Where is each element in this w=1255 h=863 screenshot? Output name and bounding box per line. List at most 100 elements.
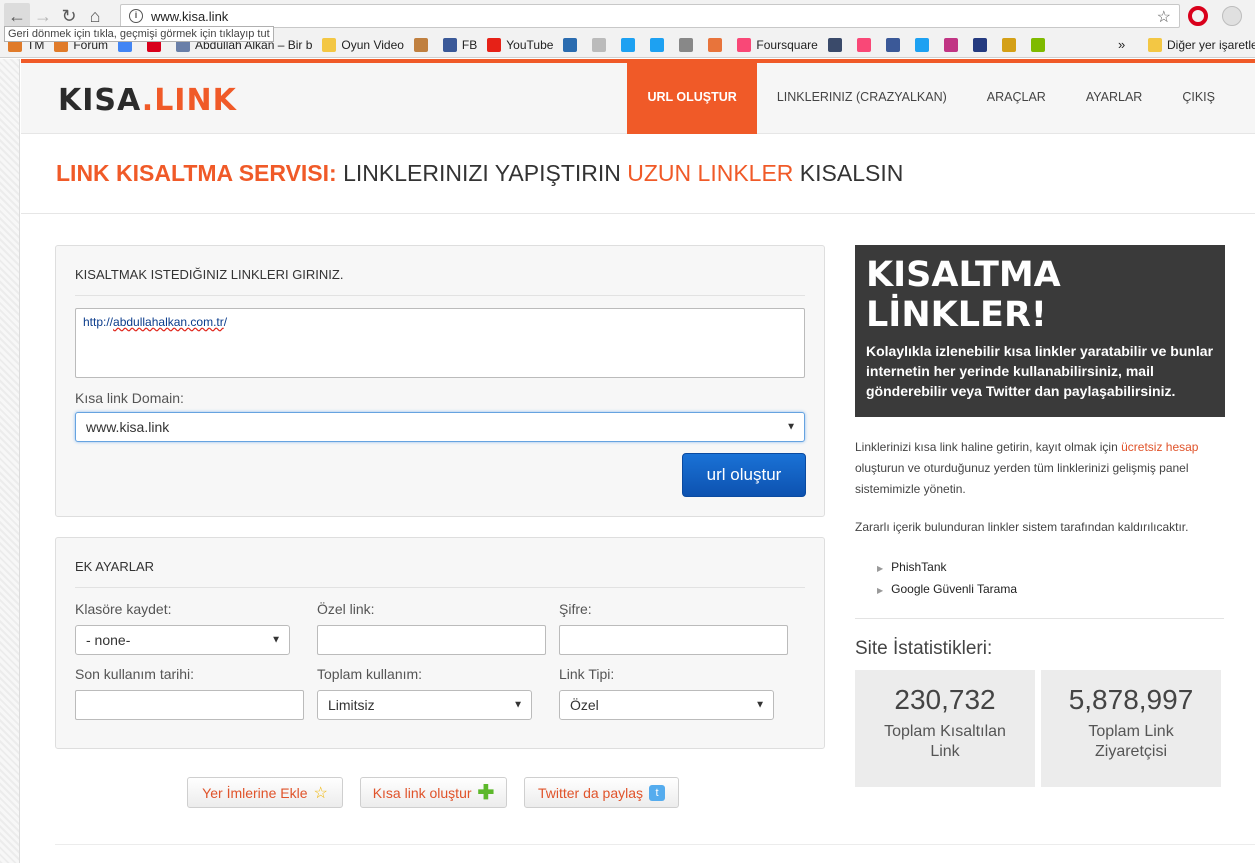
folder-select-value: - none-	[86, 632, 131, 648]
info-icon[interactable]: i	[129, 9, 143, 23]
usage-select[interactable]: Limitsiz ▼	[317, 690, 532, 720]
main-menu: URL OLUŞTUR LINKLERINIZ (CRAZYALKAN) ARAÇL…	[627, 59, 1235, 134]
bookmark-label: Oyun Video	[341, 37, 404, 52]
bookmark-item[interactable]	[650, 37, 669, 52]
bookmark-item[interactable]	[679, 37, 698, 52]
create-short-link-button[interactable]: Kısa link oluştur ✚	[360, 777, 507, 808]
bookmark-item[interactable]: Oyun Video	[322, 37, 404, 52]
left-gutter	[0, 59, 20, 863]
bookmark-item[interactable]	[1001, 37, 1021, 52]
info-paragraph-2: Zararlı içerik bulunduran linkler sistem…	[855, 520, 1189, 534]
bookmark-item[interactable]: FB	[442, 37, 478, 52]
opera-icon[interactable]	[1188, 6, 1208, 26]
custom-link-label: Özel link:	[317, 601, 375, 617]
banner-part-3: UZUN LINKLER	[627, 160, 794, 186]
bookmark-item[interactable]	[943, 37, 963, 52]
address-bar[interactable]: i www.kisa.link ☆	[120, 4, 1180, 28]
chevron-down-icon: ▼	[755, 699, 765, 711]
url-suffix: /	[223, 315, 228, 329]
nav-item-2[interactable]: ARAÇLAR	[967, 59, 1066, 134]
banner-part-4: KISALSIN	[793, 160, 904, 186]
long-url-textarea[interactable]: http://abdullahalkan.com.tr/	[75, 308, 805, 378]
back-tooltip: Geri dönmek için tıkla, geçmişi görmek i…	[4, 26, 274, 42]
star-icon[interactable]: ☆	[1157, 7, 1171, 27]
nav-item-3[interactable]: AYARLAR	[1066, 59, 1163, 134]
bookmark-item[interactable]	[827, 37, 847, 52]
twitter-share-label: Twitter da paylaş	[537, 784, 644, 801]
bookmark-favicon-icon	[1030, 37, 1045, 52]
stat-shortened-links: 230,732 Toplam Kısaltılan Link	[855, 670, 1035, 787]
stat-caption: Toplam Kısaltılan Link	[884, 723, 1006, 760]
free-account-link[interactable]: ücretsiz hesap	[1121, 440, 1198, 454]
chevron-down-icon: ▼	[271, 634, 281, 646]
logo-text-kisa: KISA	[58, 83, 142, 118]
site-header: KISA.LINK URL OLUŞTUR LINKLERINIZ (CRAZYA…	[21, 59, 1255, 134]
list-item: ▶ Google Güvenli Tarama	[877, 579, 1017, 601]
bookmark-favicon-icon	[679, 37, 694, 52]
bookmark-favicon-icon	[827, 37, 842, 52]
logo-text-link: .LINK	[141, 83, 237, 118]
sidebar-divider	[855, 618, 1224, 619]
create-short-link-label: Kısa link oluştur	[372, 784, 472, 801]
list-item: ▶ PhishTank	[877, 557, 1017, 579]
promo-box: KISALTMA LİNKLER! Kolaylıkla izlenebilir…	[855, 245, 1225, 417]
domain-select[interactable]: www.kisa.link ▼	[75, 412, 805, 442]
bookmark-label: Foursquare	[756, 37, 818, 52]
nav-item-0[interactable]: URL OLUŞTUR	[627, 59, 757, 134]
expiry-date-input[interactable]	[75, 690, 304, 720]
info-paragraph-1: Linklerinizi kısa link haline getirin, k…	[855, 437, 1225, 500]
bookmark-item[interactable]	[1030, 37, 1050, 52]
bookmark-item[interactable]	[914, 37, 934, 52]
add-bookmark-button[interactable]: Yer İmlerine Ekle ☆	[187, 777, 343, 808]
bookmark-favicon-icon	[1001, 37, 1016, 52]
footer-divider	[55, 844, 1255, 845]
bookmark-favicon-icon	[413, 37, 428, 52]
bookmark-item[interactable]	[621, 37, 640, 52]
bookmark-item[interactable]	[885, 37, 905, 52]
bookmarks-overflow-icon[interactable]: »	[1118, 37, 1125, 52]
custom-link-input[interactable]	[317, 625, 546, 655]
info-text-1a: Linklerinizi kısa link haline getirin, k…	[855, 440, 1122, 454]
other-bookmarks-label: Diğer yer işaretle	[1167, 37, 1255, 52]
twitter-share-button[interactable]: Twitter da paylaş t	[524, 777, 679, 808]
link-type-select[interactable]: Özel ▼	[559, 690, 774, 720]
plus-icon: ✚	[477, 782, 495, 804]
nav-item-1[interactable]: LINKLERINIZ (CRAZYALKAN)	[757, 59, 967, 134]
usage-label: Toplam kullanım:	[317, 666, 423, 682]
bookmark-item[interactable]	[592, 37, 611, 52]
extra-settings-title: EK AYARLAR	[75, 538, 805, 588]
bookmark-item[interactable]	[563, 37, 582, 52]
extra-settings-panel: EK AYARLAR Klasöre kaydet: - none- ▼ Öze…	[55, 537, 825, 749]
bookmark-favicon-icon	[322, 37, 337, 52]
bookmark-item[interactable]	[413, 37, 433, 52]
globe-icon[interactable]	[1222, 6, 1242, 26]
create-url-button[interactable]: url oluştur	[682, 453, 806, 497]
password-label: Şifre:	[559, 601, 592, 617]
folder-select[interactable]: - none- ▼	[75, 625, 290, 655]
bookmark-item[interactable]	[972, 37, 992, 52]
stat-value: 5,878,997	[1068, 684, 1194, 715]
shorten-form-panel: KISALTMAK ISTEDIĞINIZ LINKLERI GIRINIZ. …	[55, 245, 825, 517]
promo-text: Kolaylıkla izlenebilir kısa linkler yara…	[866, 343, 1214, 399]
page: KISA.LINK URL OLUŞTUR LINKLERINIZ (CRAZYA…	[21, 59, 1255, 863]
bookmark-item[interactable]: YouTube	[487, 37, 554, 52]
bookmark-item[interactable]	[708, 37, 727, 52]
logo[interactable]: KISA.LINK	[58, 83, 237, 118]
bookmark-favicon-icon	[650, 37, 665, 52]
password-input[interactable]	[559, 625, 788, 655]
bookmark-label: FB	[461, 37, 478, 52]
address-bar-url[interactable]: www.kisa.link	[151, 9, 228, 24]
usage-select-value: Limitsiz	[328, 697, 375, 713]
twitter-icon: t	[649, 784, 666, 801]
stat-value: 230,732	[894, 684, 996, 715]
bookmark-label: YouTube	[506, 37, 554, 52]
nav-item-4[interactable]: ÇIKIŞ	[1162, 59, 1235, 134]
bookmark-favicon-icon	[943, 37, 958, 52]
star-icon: ☆	[313, 784, 328, 802]
bookmark-item[interactable]: Foursquare	[737, 37, 818, 52]
banner-part-1: LINK KISALTMA SERVISI:	[56, 160, 337, 186]
bookmark-item[interactable]	[856, 37, 876, 52]
domain-select-value: www.kisa.link	[86, 419, 170, 435]
bookmark-favicon-icon	[885, 37, 900, 52]
other-bookmarks[interactable]: Diğer yer işaretle	[1148, 37, 1255, 52]
